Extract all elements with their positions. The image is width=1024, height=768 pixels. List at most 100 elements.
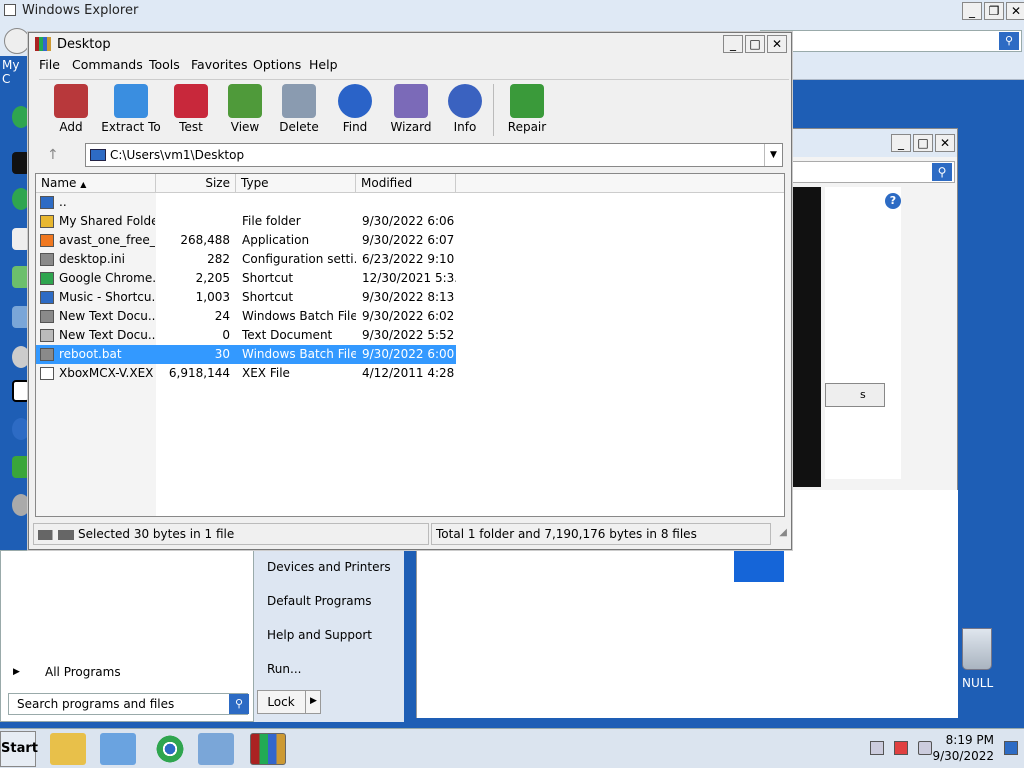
start-search-input[interactable]: Search programs and files: [8, 693, 248, 715]
table-row[interactable]: My Shared Folder File folder 9/30/2022 6:0…: [36, 212, 456, 231]
close-button[interactable]: ✕: [1006, 2, 1024, 20]
recycle-bin-icon: [962, 628, 992, 670]
tray-network-icon[interactable]: [870, 741, 884, 755]
search-box[interactable]: ⚲: [791, 161, 955, 183]
table-row[interactable]: New Text Docu... 24 Windows Batch File 9/30…: [36, 307, 456, 326]
media-player-taskbar-icon[interactable]: [100, 733, 136, 765]
col-type[interactable]: Type: [236, 174, 356, 193]
info-button[interactable]: Info: [445, 84, 485, 134]
start-item-help-support[interactable]: Help and Support: [267, 628, 372, 642]
cell-type: File folder: [242, 214, 301, 228]
resize-grip-icon[interactable]: ◢: [779, 527, 787, 538]
view-book-icon: [228, 84, 262, 118]
table-row[interactable]: reboot.bat 30 Windows Batch File 9/30/2022 …: [36, 345, 456, 364]
delete-button[interactable]: Delete: [279, 84, 319, 134]
window-titlebar: _ □ ✕: [791, 129, 957, 157]
wizard-button[interactable]: Wizard: [389, 84, 433, 134]
tray-security-icon[interactable]: [894, 741, 908, 755]
col-size[interactable]: Size: [156, 174, 236, 193]
wizard-label: Wizard: [390, 120, 432, 134]
lock-options-arrow[interactable]: ▶: [305, 690, 321, 714]
content-panel: s: [825, 187, 901, 479]
menu-commands[interactable]: Commands: [72, 57, 143, 72]
minimize-button[interactable]: _: [891, 134, 911, 152]
path-combobox[interactable]: C:\Users\vm1\Desktop ▼: [85, 143, 783, 167]
maximize-button[interactable]: □: [913, 134, 933, 152]
menu-options[interactable]: Options: [253, 57, 301, 72]
back-button[interactable]: [4, 28, 30, 54]
column-header: Name ▲ Size Type Modified: [36, 174, 784, 193]
col-name[interactable]: Name ▲: [36, 174, 156, 193]
start-item-devices-printers[interactable]: Devices and Printers: [267, 560, 391, 574]
status-right: Total 1 folder and 7,190,176 bytes in 8 …: [431, 523, 771, 545]
file-type-icon: [40, 215, 54, 228]
recycle-bin-desktop-icon[interactable]: NULL: [958, 624, 998, 694]
cell-name: New Text Docu...: [59, 328, 155, 342]
cell-modified: 9/30/2022 5:52 ...: [362, 328, 456, 342]
delete-label: Delete: [279, 120, 319, 134]
restore-button[interactable]: ❐: [984, 2, 1004, 20]
view-button[interactable]: View: [225, 84, 265, 134]
delete-bin-icon: [282, 84, 316, 118]
col-modified[interactable]: Modified: [356, 174, 456, 193]
find-button[interactable]: Find: [335, 84, 375, 134]
menu-favorites[interactable]: Favorites: [191, 57, 247, 72]
all-programs-item[interactable]: All Programs: [45, 665, 121, 679]
table-row[interactable]: Google Chrome.... 2,205 Shortcut 12/30/2021…: [36, 269, 456, 288]
menu-tools[interactable]: Tools: [149, 57, 180, 72]
repair-button[interactable]: Repair: [505, 84, 549, 134]
close-button[interactable]: ✕: [935, 134, 955, 152]
start-item-default-programs[interactable]: Default Programs: [267, 594, 372, 608]
help-icon[interactable]: ?: [885, 193, 901, 209]
extract-to-label: Extract To: [101, 120, 161, 134]
close-button[interactable]: ✕: [767, 35, 787, 53]
cell-size: 30: [214, 347, 230, 361]
start-item-run[interactable]: Run...: [267, 662, 301, 676]
chrome-taskbar-icon[interactable]: [152, 733, 188, 765]
search-icon[interactable]: ⚲: [999, 32, 1019, 50]
maximize-button[interactable]: □: [745, 35, 765, 53]
file-type-icon: [40, 253, 54, 266]
panel-button[interactable]: s: [825, 383, 885, 407]
test-button[interactable]: Test: [171, 84, 211, 134]
show-desktop-icon[interactable]: [1004, 741, 1018, 755]
control-panel-taskbar-icon[interactable]: [198, 733, 234, 765]
clock-time[interactable]: 8:19 PM: [922, 733, 994, 747]
minimize-button[interactable]: _: [723, 35, 743, 53]
table-row[interactable]: desktop.ini 282 Configuration setti... 6/23…: [36, 250, 456, 269]
menu-file[interactable]: File: [39, 57, 60, 72]
search-box[interactable]: ⚲: [760, 30, 1022, 52]
cell-type: Windows Batch File: [242, 347, 356, 361]
up-arrow-icon[interactable]: ↑: [47, 147, 59, 163]
chevron-down-icon[interactable]: ▼: [764, 144, 782, 166]
minimize-button[interactable]: _: [962, 2, 982, 20]
cell-type: XEX File: [242, 366, 290, 380]
explorer-nav-strip: My C: [0, 56, 30, 516]
table-row[interactable]: ..: [36, 193, 456, 212]
add-button[interactable]: Add: [51, 84, 91, 134]
explorer-taskbar-icon[interactable]: [50, 733, 86, 765]
cell-size: 2,205: [195, 271, 230, 285]
start-button[interactable]: Start: [0, 731, 38, 767]
winrar-window: Desktop _ □ ✕ File Commands Tools Favori…: [28, 32, 792, 550]
cell-type: Configuration setti...: [242, 252, 356, 266]
cell-modified: 4/12/2011 4:28 ...: [362, 366, 456, 380]
cell-name: New Text Docu...: [59, 309, 155, 323]
table-row[interactable]: XboxMCX-V.XEX 6,918,144 XEX File 4/12/2011 …: [36, 364, 456, 383]
table-row[interactable]: New Text Docu... 0 Text Document 9/30/2022 …: [36, 326, 456, 345]
search-icon[interactable]: ⚲: [229, 694, 249, 714]
repair-label: Repair: [507, 120, 547, 134]
winrar-icon: [35, 37, 51, 51]
table-row[interactable]: avast_one_free_... 268,488 Application 9/30…: [36, 231, 456, 250]
search-icon[interactable]: ⚲: [932, 163, 952, 181]
find-label: Find: [342, 120, 368, 134]
extract-folder-icon: [114, 84, 148, 118]
extract-to-button[interactable]: Extract To: [101, 84, 161, 134]
clock-date[interactable]: 9/30/2022: [922, 749, 994, 763]
background-window: _ □ ✕ ⚲ s ?: [790, 128, 958, 492]
lock-label: Lock: [267, 695, 295, 709]
cell-type: Shortcut: [242, 290, 294, 304]
winrar-taskbar-icon[interactable]: [250, 733, 286, 765]
menu-help[interactable]: Help: [309, 57, 338, 72]
table-row[interactable]: Music - Shortcu... 1,003 Shortcut 9/30/2022…: [36, 288, 456, 307]
